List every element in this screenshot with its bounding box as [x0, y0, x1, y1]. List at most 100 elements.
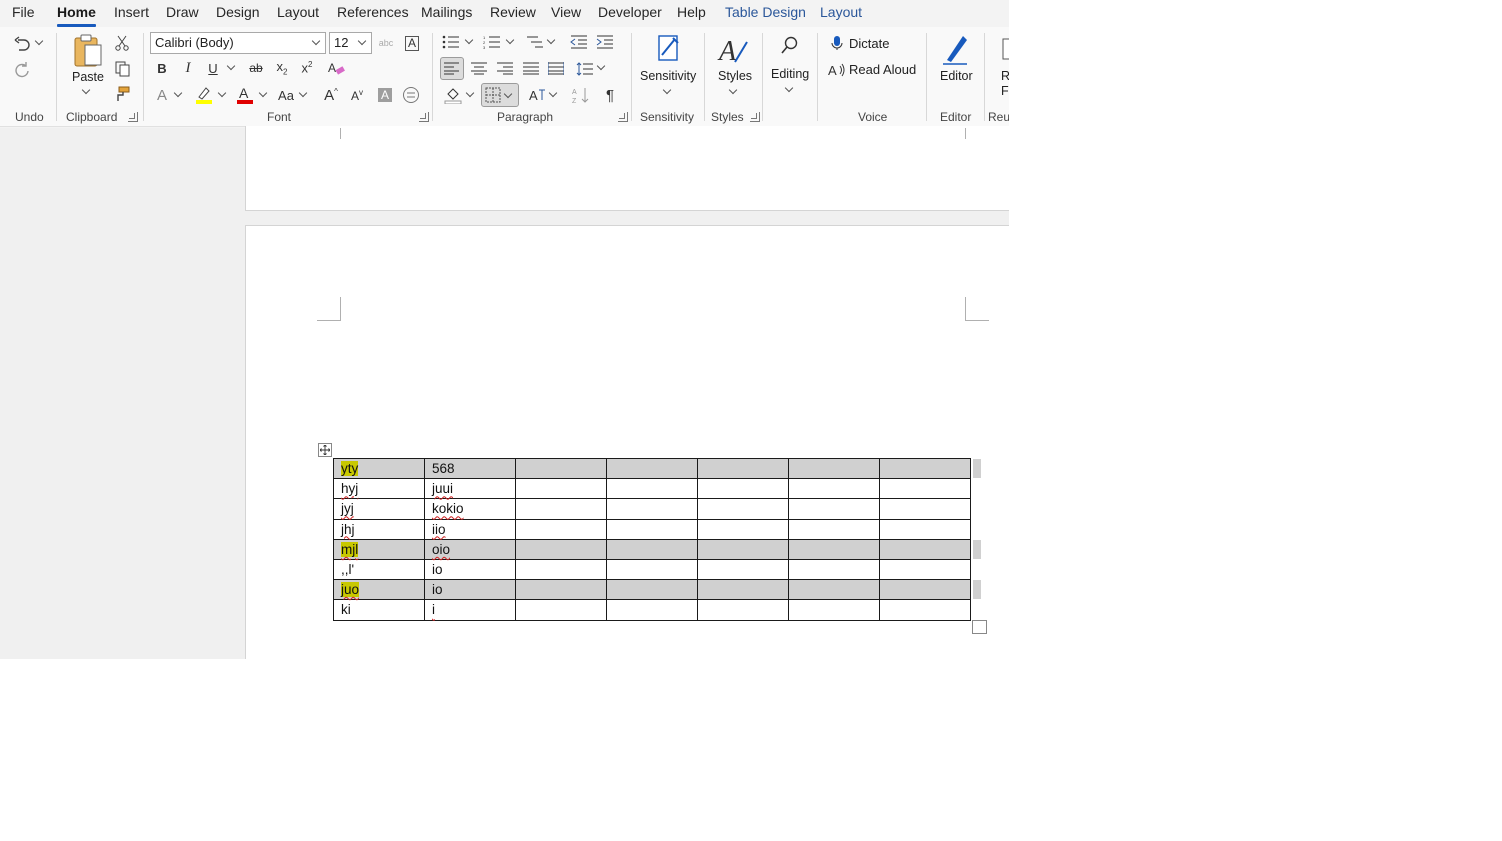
tab-layout[interactable]: Layout	[277, 4, 319, 24]
document-table[interactable]: yty 568 hyj juui jyj kokio jhj iio mjl oio ,,l' io j…	[333, 457, 971, 621]
superscript-button[interactable]: x2	[297, 58, 317, 78]
decrease-indent-button[interactable]	[568, 32, 590, 52]
shading-button[interactable]	[442, 84, 464, 106]
paste-label[interactable]: Paste	[72, 70, 104, 84]
reuse-files-button[interactable]	[998, 37, 1009, 63]
table-cell[interactable]	[697, 599, 789, 621]
underline-dropdown-icon[interactable]	[226, 61, 236, 71]
numbering-dropdown-icon[interactable]	[505, 35, 515, 45]
font-name-combo[interactable]: Calibri (Body)	[150, 32, 326, 54]
editing-button[interactable]	[778, 33, 802, 57]
table-cell[interactable]	[788, 478, 880, 500]
line-spacing-button[interactable]	[574, 58, 596, 79]
bullets-dropdown-icon[interactable]	[464, 35, 474, 45]
tab-home[interactable]: Home	[57, 4, 96, 27]
table-cell[interactable]	[606, 498, 698, 520]
table-move-handle[interactable]	[318, 443, 332, 457]
table-cell[interactable]: ,,l'	[333, 558, 425, 581]
undo-dropdown-icon[interactable]	[34, 36, 44, 46]
paragraph-dialog-launcher-icon[interactable]	[618, 112, 628, 122]
font-dialog-launcher-icon[interactable]	[419, 112, 429, 122]
table-cell[interactable]	[606, 457, 698, 480]
table-cell[interactable]: i	[424, 599, 516, 621]
table-cell[interactable]: 568	[424, 457, 516, 480]
table-cell[interactable]	[515, 498, 607, 520]
table-row[interactable]: jyj kokio	[333, 498, 971, 520]
table-cell[interactable]: oio	[424, 538, 516, 560]
table-cell[interactable]	[879, 457, 971, 480]
read-aloud-label[interactable]: Read Aloud	[849, 62, 916, 77]
tab-insert[interactable]: Insert	[114, 4, 149, 24]
table-cell[interactable]: jhj	[333, 518, 425, 540]
table-cell[interactable]	[879, 599, 971, 621]
grow-font-button[interactable]: A^	[320, 84, 342, 106]
font-size-combo[interactable]: 12	[329, 32, 372, 54]
text-effects-dropdown-icon[interactable]	[173, 88, 183, 98]
table-row[interactable]: juo io	[333, 579, 971, 601]
sensitivity-button[interactable]	[650, 31, 686, 67]
redo-button[interactable]	[10, 59, 34, 81]
bold-button[interactable]: B	[152, 58, 172, 78]
table-cell[interactable]	[697, 558, 789, 581]
multilevel-list-button[interactable]	[524, 32, 546, 52]
tab-help[interactable]: Help	[677, 4, 706, 24]
chevron-down-icon[interactable]	[357, 36, 367, 46]
clipboard-dialog-launcher-icon[interactable]	[128, 112, 138, 122]
tab-table-layout[interactable]: Layout	[820, 4, 862, 24]
distributed-button[interactable]	[545, 58, 567, 79]
asian-layout-button[interactable]: A	[526, 84, 548, 106]
table-cell[interactable]	[788, 518, 880, 540]
table-cell[interactable]	[606, 579, 698, 601]
table-cell[interactable]	[879, 478, 971, 500]
table-cell[interactable]: kokio	[424, 498, 516, 520]
shading-dropdown-icon[interactable]	[465, 88, 475, 98]
table-cell[interactable]	[606, 478, 698, 500]
editing-label[interactable]: Editing	[771, 67, 809, 81]
chevron-down-icon[interactable]	[311, 36, 321, 46]
table-cell[interactable]	[788, 538, 880, 560]
table-row[interactable]: ,,l' io	[333, 558, 971, 581]
clear-hidden-format-button[interactable]: abc	[375, 33, 397, 53]
styles-label[interactable]: Styles	[718, 69, 752, 83]
multilevel-dropdown-icon[interactable]	[546, 35, 556, 45]
show-formatting-marks-button[interactable]: ¶	[600, 84, 620, 106]
table-cell[interactable]: io	[424, 558, 516, 581]
font-color-dropdown-icon[interactable]	[258, 88, 268, 98]
table-cell[interactable]	[606, 518, 698, 540]
table-cell[interactable]	[879, 498, 971, 520]
italic-button[interactable]: I	[178, 58, 198, 78]
align-left-button[interactable]	[440, 57, 464, 80]
table-cell[interactable]	[879, 538, 971, 560]
styles-gallery-button[interactable]: A	[715, 31, 751, 67]
table-row[interactable]: ki i	[333, 599, 971, 621]
table-cell[interactable]: ki	[333, 599, 425, 621]
tab-mailings[interactable]: Mailings	[421, 4, 472, 24]
text-effects-button[interactable]: A	[152, 84, 172, 106]
table-row[interactable]: mjl oio	[333, 538, 971, 560]
table-cell[interactable]: jyj	[333, 498, 425, 520]
tab-view[interactable]: View	[551, 4, 581, 24]
table-cell[interactable]: mjl	[333, 538, 425, 560]
table-cell[interactable]	[515, 518, 607, 540]
change-case-dropdown-icon[interactable]	[298, 88, 308, 98]
format-painter-button[interactable]	[112, 84, 132, 104]
table-cell[interactable]	[606, 538, 698, 560]
editor-button[interactable]	[937, 31, 973, 67]
line-spacing-dropdown-icon[interactable]	[596, 61, 606, 71]
table-cell[interactable]: juui	[424, 478, 516, 500]
table-cell[interactable]	[697, 498, 789, 520]
table-cell[interactable]: hyj	[333, 478, 425, 500]
sensitivity-dropdown-icon[interactable]	[662, 85, 672, 95]
table-row[interactable]: yty 568	[333, 457, 971, 480]
dictate-button[interactable]	[828, 33, 846, 53]
numbering-button[interactable]: 123	[481, 32, 503, 52]
editing-dropdown-icon[interactable]	[784, 83, 794, 93]
table-cell[interactable]: juo	[333, 579, 425, 601]
table-cell[interactable]: iio	[424, 518, 516, 540]
paste-button[interactable]	[68, 31, 108, 71]
shrink-font-button[interactable]: Av	[346, 84, 368, 106]
table-resize-handle[interactable]	[972, 620, 987, 634]
borders-dropdown-icon[interactable]	[503, 89, 513, 99]
table-cell[interactable]	[697, 579, 789, 601]
increase-indent-button[interactable]	[594, 32, 616, 52]
